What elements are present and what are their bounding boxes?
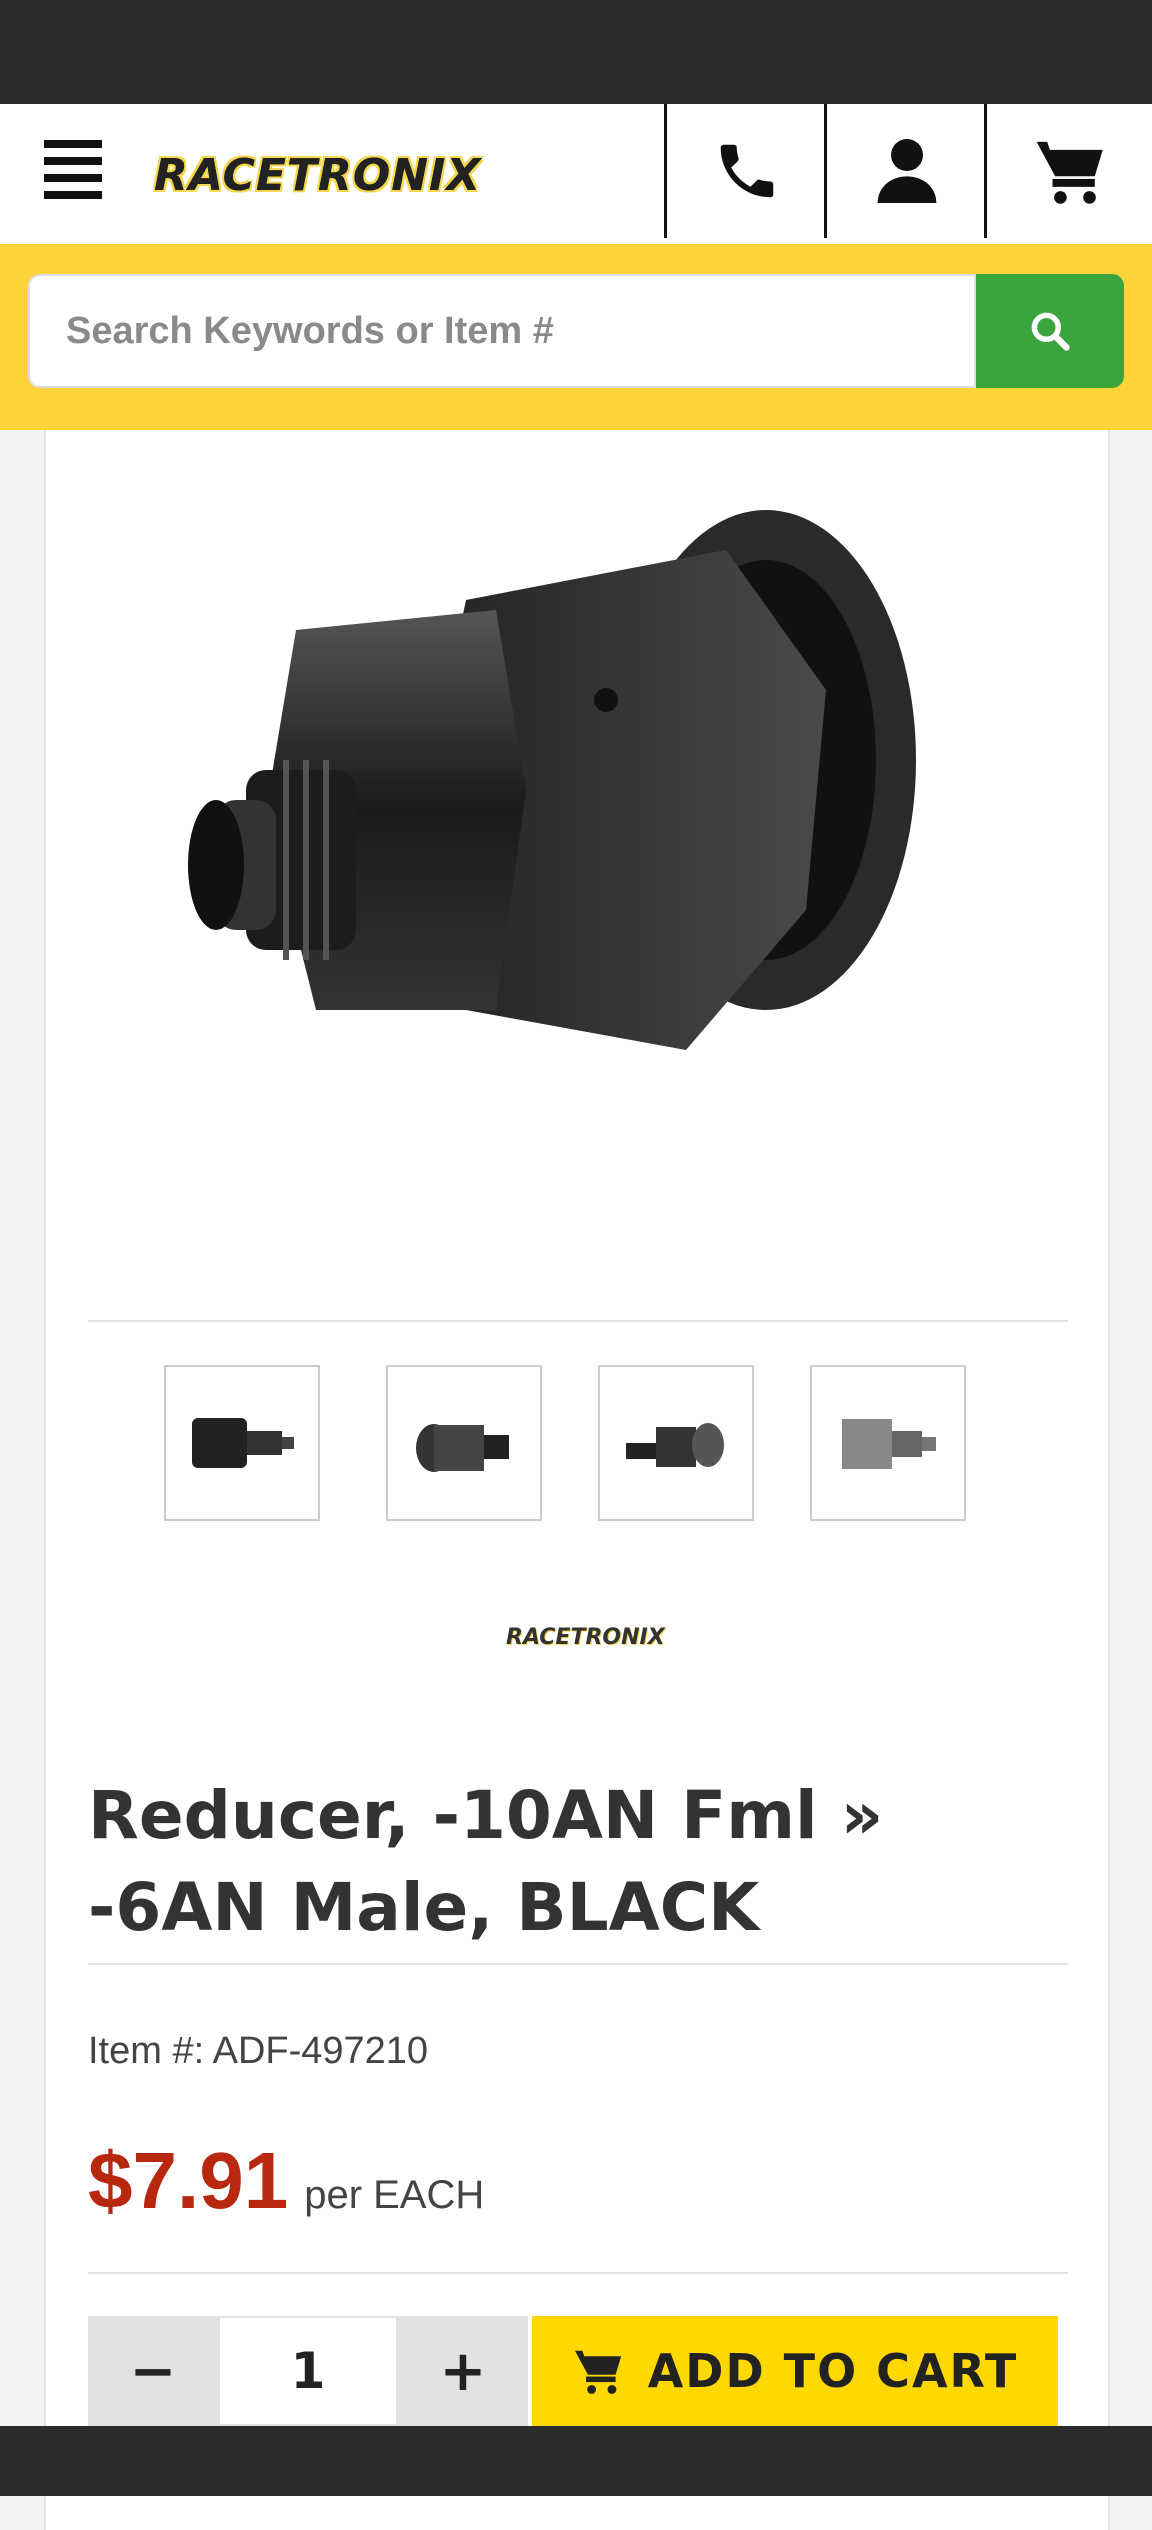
thumbnail-1[interactable]: [164, 1365, 320, 1521]
site-header: RACETRONIX: [0, 104, 1152, 244]
search-icon: [1031, 312, 1070, 351]
bottom-bar: [0, 2426, 1152, 2496]
title-divider: [88, 1963, 1068, 1965]
quantity-increase-button[interactable]: +: [398, 2316, 528, 2426]
product-title: Reducer, -10AN Fml » -6AN Male, BLACK: [88, 1777, 884, 1946]
image-divider: [88, 1320, 1068, 1322]
phone-button[interactable]: [664, 104, 827, 238]
search-band: Search Keywords or Item #: [0, 244, 1152, 430]
add-to-cart-label: ADD TO CART: [647, 2344, 1019, 2398]
quantity-decrease-button[interactable]: −: [88, 2316, 218, 2426]
brand-logo[interactable]: RACETRONIX: [506, 1625, 665, 1650]
cart-icon: [1036, 141, 1103, 204]
price-value: $7.91: [88, 2136, 289, 2225]
thumbnail-image: [192, 1418, 294, 1468]
thumbnail-4[interactable]: [810, 1365, 966, 1521]
search-button[interactable]: [976, 274, 1124, 388]
hamburger-menu-icon[interactable]: [44, 140, 108, 204]
thumbnail-2[interactable]: [386, 1365, 542, 1521]
product-main-image[interactable]: [166, 490, 1026, 1110]
account-icon: [877, 139, 937, 203]
cart-icon: [574, 2350, 621, 2394]
thumbnail-image: [416, 1424, 509, 1472]
item-number: Item #: ADF-497210: [88, 2030, 429, 2072]
site-logo[interactable]: RACETRONIX: [154, 140, 481, 210]
product-card: RACETRONIX Reducer, -10AN Fml » -6AN Mal…: [44, 430, 1110, 2530]
account-button[interactable]: [824, 104, 987, 238]
thumbnail-image: [842, 1419, 936, 1469]
phone-icon: [720, 144, 774, 198]
thumbnail-3[interactable]: [598, 1365, 754, 1521]
quantity-input[interactable]: 1: [218, 2316, 398, 2426]
price-block: $7.91 per EACH: [88, 2135, 484, 2227]
status-bar: [0, 0, 1152, 104]
cart-button[interactable]: [984, 104, 1152, 238]
add-to-cart-button[interactable]: ADD TO CART: [532, 2316, 1058, 2426]
search-input[interactable]: Search Keywords or Item #: [28, 274, 976, 388]
price-unit: per EACH: [304, 2173, 485, 2217]
price-divider: [88, 2272, 1068, 2274]
thumbnail-image: [626, 1423, 724, 1467]
